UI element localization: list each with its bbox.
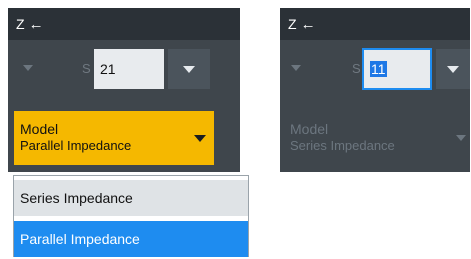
s-parameter-label: S	[82, 61, 91, 76]
model-title: Model	[290, 121, 329, 137]
left-panel: Z ← S 21 Model Parallel Impedance	[8, 8, 240, 172]
option-parallel-impedance[interactable]: Parallel Impedance	[14, 221, 248, 257]
s-parameter-dropdown-button[interactable]	[168, 49, 210, 89]
chevron-down-icon	[194, 135, 206, 142]
triangle-down-icon	[291, 65, 301, 71]
s-parameter-label: S	[352, 61, 361, 76]
left-arrow-icon: ←	[300, 15, 316, 33]
model-select[interactable]: Model Series Impedance	[284, 111, 470, 165]
s-parameter-value: 11	[370, 61, 387, 77]
s-parameter-input[interactable]: 21	[94, 49, 164, 89]
decrement-button[interactable]	[282, 48, 310, 88]
s-parameter-value: 21	[100, 61, 116, 77]
option-series-impedance[interactable]: Series Impedance	[14, 180, 248, 216]
model-dropdown-list: Series Impedance Parallel Impedance	[13, 175, 249, 257]
model-value: Parallel Impedance	[20, 138, 132, 153]
chevron-down-icon	[447, 65, 459, 73]
right-panel: Z ← S 11 Model Series Impedance	[280, 8, 470, 172]
s-parameter-dropdown-button[interactable]	[436, 49, 470, 89]
model-value: Series Impedance	[290, 138, 395, 153]
model-title: Model	[20, 121, 59, 137]
left-arrow-icon: ←	[28, 15, 44, 33]
triangle-down-icon	[23, 65, 33, 71]
left-panel-header: Z ←	[8, 8, 240, 40]
right-panel-header: Z ←	[280, 8, 470, 40]
header-label: Z	[16, 16, 25, 32]
chevron-down-icon	[183, 65, 195, 73]
model-select[interactable]: Model Parallel Impedance	[14, 111, 214, 165]
decrement-button[interactable]	[14, 48, 42, 88]
s-parameter-input[interactable]: 11	[362, 48, 432, 90]
header-label: Z	[288, 16, 297, 32]
chevron-down-icon	[456, 135, 466, 141]
